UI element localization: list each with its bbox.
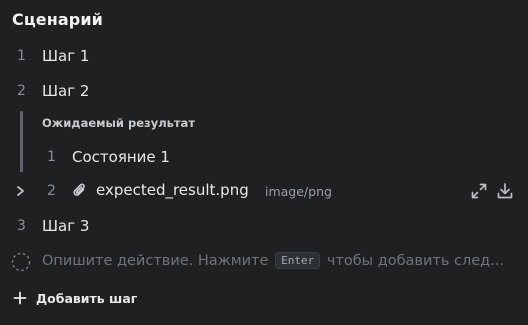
add-step-label: Добавить шаг <box>36 290 138 306</box>
expected-result-label: Ожидаемый результат <box>42 116 195 130</box>
expected-item-text[interactable]: Состояние 1 <box>72 148 170 166</box>
step-number: 1 <box>17 48 26 64</box>
attachment-file-name[interactable]: expected_result.png <box>96 181 249 199</box>
paperclip-icon <box>73 183 85 196</box>
step-row-3[interactable]: 3 Шаг 3 <box>0 211 528 241</box>
expand-arrows-icon[interactable] <box>469 181 489 201</box>
step-row-1[interactable]: 1 Шаг 1 <box>0 41 528 71</box>
step-text[interactable]: Шаг 2 <box>42 82 89 100</box>
add-step-button[interactable]: Добавить шаг <box>13 288 137 308</box>
attachment-file-type: image/png <box>265 184 332 199</box>
dashed-circle-icon <box>11 252 31 272</box>
expected-item-number: 1 <box>47 149 56 165</box>
step-row-2[interactable]: 2 Шаг 2 <box>0 76 528 106</box>
step-number: 2 <box>17 83 26 99</box>
placeholder-text-after: чтобы добавить след... <box>326 253 505 269</box>
new-step-input[interactable]: Опишите действие. Нажмите Enter чтобы до… <box>0 248 528 276</box>
scenario-panel: Сценарий 1 Шаг 1 2 Шаг 2 Ожидаемый резул… <box>0 0 528 325</box>
download-icon[interactable] <box>495 181 515 201</box>
enter-key-hint: Enter <box>275 252 321 269</box>
expected-item-number: 2 <box>47 183 56 199</box>
expected-item-1[interactable]: 1 Состояние 1 <box>0 142 528 172</box>
step-text[interactable]: Шаг 3 <box>42 217 89 235</box>
step-text[interactable]: Шаг 1 <box>42 47 89 65</box>
plus-icon <box>13 291 27 305</box>
new-step-placeholder[interactable]: Опишите действие. Нажмите Enter чтобы до… <box>42 252 520 269</box>
section-title: Сценарий <box>12 10 103 29</box>
placeholder-text-before: Опишите действие. Нажмите <box>42 253 269 269</box>
step-number: 3 <box>17 218 26 234</box>
